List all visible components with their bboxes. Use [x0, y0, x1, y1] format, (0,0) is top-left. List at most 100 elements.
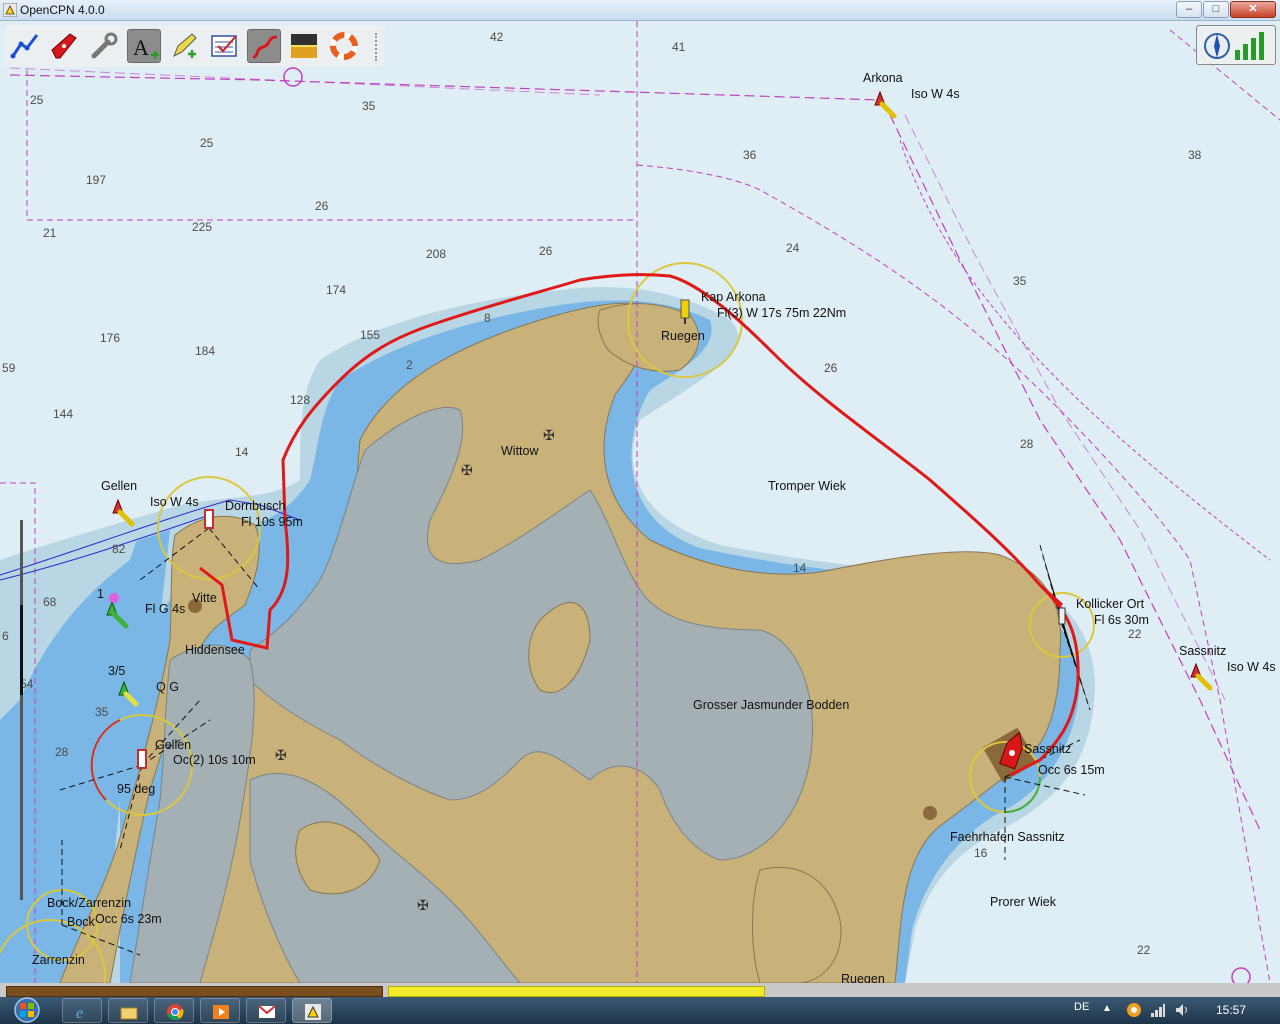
label-95-deg: 95 deg — [117, 782, 155, 796]
status-toolbar — [1196, 25, 1276, 65]
label-ruegen: Ruegen — [661, 329, 705, 343]
tray-app-icon[interactable] — [1126, 1002, 1142, 1018]
depth-sounding: 28 — [55, 745, 69, 759]
start-button[interactable] — [8, 997, 46, 1024]
color-scheme-tool-button[interactable] — [287, 29, 321, 63]
depth-sounding: 35 — [1013, 274, 1027, 288]
depth-sounding: 155 — [360, 328, 380, 342]
language-indicator[interactable]: DE — [1074, 1001, 1089, 1013]
taskbar-media[interactable] — [200, 998, 240, 1023]
lighthouse-kollicker-icon[interactable] — [1058, 607, 1066, 625]
depth-sounding: 21 — [43, 226, 57, 240]
depth-sounding: 59 — [2, 361, 16, 375]
maximize-button[interactable]: □ — [1203, 1, 1229, 18]
label-arkona-light: Iso W 4s — [911, 87, 960, 101]
label-jasmunder-bodden: Grosser Jasmunder Bodden — [693, 698, 849, 712]
close-icon: ✕ — [1248, 3, 1258, 15]
maximize-icon: □ — [1212, 3, 1220, 15]
taskbar-chrome[interactable] — [154, 998, 194, 1023]
dusk-icon — [291, 34, 317, 58]
label-fl-g-4s: Fl G 4s — [145, 602, 185, 616]
settings-tool-button[interactable] — [87, 29, 121, 63]
gps-signal-icon[interactable] — [1233, 30, 1267, 62]
chart-piano-key[interactable] — [6, 986, 383, 997]
chart-canvas[interactable]: ✠ ✠ ✠ ✠ 42 41 25 35 25 36 38 197 26 21 2… — [0, 21, 1280, 983]
label-sassnitz-port: Sassnitz — [1024, 742, 1071, 756]
label-vitte: Vitte — [192, 591, 217, 605]
depth-sounding: 2 — [406, 358, 413, 372]
route-icon — [10, 34, 39, 59]
label-wittow: Wittow — [501, 444, 539, 458]
label-occ2: Oc(2) 10s 10m — [173, 753, 256, 767]
scale-bar-segment — [20, 605, 23, 695]
network-icon[interactable] — [1150, 1002, 1166, 1018]
media-player-icon — [213, 1005, 229, 1019]
chart-check-icon — [211, 35, 237, 57]
depth-sounding: 22 — [1128, 627, 1142, 641]
minimize-icon: – — [1185, 3, 1193, 15]
chart-piano-key-active[interactable] — [388, 986, 765, 997]
track-tool-button[interactable] — [247, 29, 281, 63]
lighthouse-gellen-south-icon[interactable] — [137, 749, 147, 769]
label-tromper-wiek: Tromper Wiek — [768, 479, 847, 493]
label-gellen: Gellen — [101, 479, 137, 493]
volume-icon[interactable] — [1174, 1002, 1190, 1018]
toolbar-grip[interactable] — [375, 33, 383, 61]
opencpn-icon — [305, 1004, 321, 1020]
label-dornbusch-light: Fl 10s 95m — [241, 515, 303, 529]
lighthouse-dornbusch-icon[interactable] — [204, 509, 214, 529]
depth-sounding: 144 — [53, 407, 73, 421]
window-title: OpenCPN 4.0.0 — [20, 3, 105, 17]
svg-text:✠: ✠ — [275, 747, 287, 763]
depth-sounding: 26 — [539, 244, 553, 258]
label-faehrhafen: Faehrhafen Sassnitz — [950, 830, 1065, 844]
taskbar-opencpn[interactable] — [292, 998, 332, 1023]
label-sassnitz-light: Iso W 4s — [1227, 660, 1276, 674]
depth-sounding: 197 — [86, 173, 106, 187]
mark-tool-button[interactable] — [167, 29, 201, 63]
minimize-button[interactable]: – — [1176, 1, 1202, 18]
scale-bar — [20, 520, 23, 900]
depth-sounding: 25 — [200, 136, 214, 150]
depth-sounding: 14 — [793, 561, 807, 575]
route-tool-button[interactable] — [8, 29, 42, 63]
depth-sounding: 128 — [290, 393, 310, 407]
compass-icon[interactable] — [1203, 30, 1231, 62]
close-button[interactable]: ✕ — [1230, 1, 1276, 18]
depth-sounding: 22 — [1137, 943, 1151, 957]
label-arkona: Arkona — [863, 71, 903, 85]
label-sassnitz-east: Sassnitz — [1179, 644, 1226, 658]
taskbar-clock[interactable]: 15:57 — [1216, 1003, 1246, 1017]
depth-sounding: 176 — [100, 331, 120, 345]
svg-text:A: A — [133, 35, 149, 60]
main-toolbar: A — [5, 25, 385, 67]
text-add-icon: A — [133, 35, 159, 60]
label-kollicker-ort: Kollicker Ort — [1076, 597, 1145, 611]
depth-sounding: 6 — [2, 629, 9, 643]
label-gellen-light: Iso W 4s — [150, 495, 199, 509]
show-hidden-icons-button[interactable]: ▲ — [1102, 1003, 1112, 1014]
label-gellen-south: Gellen — [155, 738, 191, 752]
nautical-chart[interactable]: ✠ ✠ ✠ ✠ 42 41 25 35 25 36 38 197 26 21 2… — [0, 21, 1280, 983]
depth-sounding: 26 — [315, 199, 329, 213]
chart-info-tool-button[interactable] — [207, 29, 241, 63]
label-kollicker-light: Fl 6s 30m — [1094, 613, 1149, 627]
label-dornbusch: Dornbusch — [225, 499, 285, 513]
depth-sounding: 35 — [95, 705, 109, 719]
title-bar: OpenCPN 4.0.0 – □ ✕ — [0, 0, 1280, 21]
ownship-tool-button[interactable] — [47, 29, 81, 63]
label-bock-occ: Occ 6s 23m — [95, 912, 162, 926]
label-sassnitz-occ: Occ 6s 15m — [1038, 763, 1105, 777]
mob-tool-button[interactable] — [327, 29, 361, 63]
depth-sounding: 225 — [192, 220, 212, 234]
depth-sounding: 16 — [974, 846, 988, 860]
depth-sounding: 28 — [1020, 437, 1034, 451]
chrome-icon — [167, 1004, 184, 1021]
taskbar-gmail[interactable] — [246, 998, 286, 1023]
taskbar-explorer[interactable] — [108, 998, 148, 1023]
label-prorer-wiek: Prorer Wiek — [990, 895, 1057, 909]
taskbar-ie[interactable]: e — [62, 998, 102, 1023]
label-hiddensee: Hiddensee — [185, 643, 245, 657]
text-tool-button[interactable]: A — [127, 29, 161, 63]
depth-sounding: 24 — [786, 241, 800, 255]
